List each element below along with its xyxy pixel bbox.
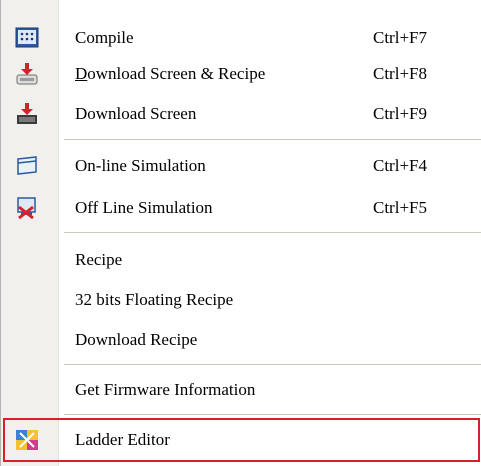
menu-item-download-screen[interactable]: Download Screen Ctrl+F9 — [1, 96, 481, 132]
menu-item-label-rest: ownload Screen & Recipe — [87, 64, 266, 83]
menu-item-shortcut: Ctrl+F7 — [373, 28, 427, 47]
menu-separator — [64, 414, 481, 415]
offline-simulation-icon — [15, 197, 39, 220]
context-menu: Compile Ctrl+F7 Download Screen & Recipe… — [0, 0, 481, 466]
menu-item-label: Download Recipe — [75, 330, 198, 349]
menu-item-download-recipe[interactable]: Download Recipe — [1, 322, 481, 358]
menu-item-32-bits-floating-recipe[interactable]: 32 bits Floating Recipe — [1, 282, 481, 318]
menu-separator — [64, 364, 481, 365]
menu-separator — [64, 232, 481, 233]
menu-item-label: On-line Simulation — [75, 156, 206, 175]
menu-item-shortcut: Ctrl+F8 — [373, 64, 427, 83]
download-screen-recipe-icon — [15, 63, 39, 85]
menu-item-label: 32 bits Floating Recipe — [75, 290, 234, 309]
menu-item-label: Recipe — [75, 250, 123, 269]
menu-item-label: Off Line Simulation — [75, 198, 213, 217]
download-screen-icon — [15, 103, 39, 125]
menu-item-recipe[interactable]: Recipe — [1, 242, 481, 278]
menu-item-label: Ladder Editor — [75, 430, 170, 449]
online-simulation-icon — [15, 155, 39, 177]
menu-item-online-simulation[interactable]: On-line Simulation Ctrl+F4 — [1, 148, 481, 184]
menu-item-shortcut: Ctrl+F9 — [373, 104, 427, 123]
menu-item-label: Download Screen & Recipe — [75, 64, 265, 84]
menu-item-mnemonic: D — [75, 64, 88, 83]
menu-item-label: Compile — [75, 28, 134, 47]
menu-item-get-firmware-information[interactable]: Get Firmware Information — [1, 372, 481, 408]
menu-item-label: Download Screen — [75, 104, 197, 123]
menu-separator — [64, 139, 481, 140]
menu-item-download-screen-recipe[interactable]: Download Screen & Recipe Ctrl+F8 — [1, 56, 481, 92]
menu-item-shortcut: Ctrl+F5 — [373, 198, 427, 217]
menu-item-label: Get Firmware Information — [75, 380, 256, 399]
compile-icon — [15, 27, 39, 49]
menu-item-ladder-editor[interactable]: Ladder Editor — [1, 422, 481, 458]
menu-item-offline-simulation[interactable]: Off Line Simulation Ctrl+F5 — [1, 190, 481, 226]
menu-item-shortcut: Ctrl+F4 — [373, 156, 427, 175]
ladder-editor-icon — [15, 429, 39, 451]
menu-item-compile[interactable]: Compile Ctrl+F7 — [1, 20, 481, 56]
